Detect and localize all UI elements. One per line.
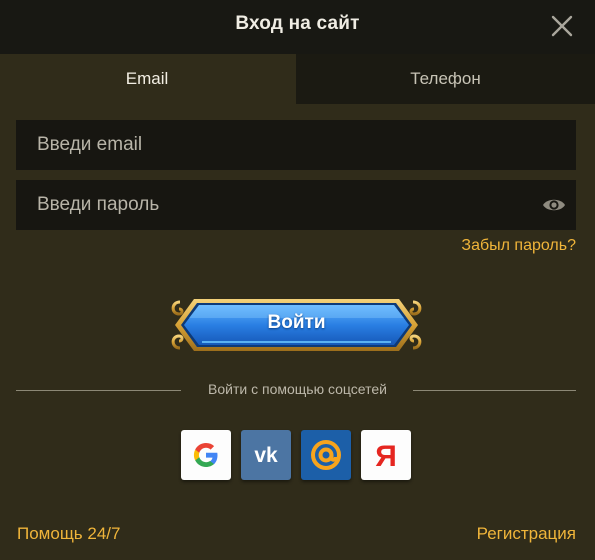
login-method-tabs: Email Телефон bbox=[0, 54, 595, 104]
email-field[interactable] bbox=[16, 120, 576, 170]
vk-icon: vk bbox=[254, 444, 278, 467]
divider-right bbox=[413, 390, 576, 391]
help-link[interactable]: Помощь 24/7 bbox=[17, 524, 120, 544]
svg-text:Я: Я bbox=[375, 440, 397, 473]
mailru-icon bbox=[311, 440, 341, 470]
close-icon[interactable] bbox=[548, 12, 576, 40]
login-button[interactable]: Войти bbox=[168, 296, 425, 354]
modal-title: Вход на сайт bbox=[235, 13, 360, 34]
register-link[interactable]: Регистрация bbox=[477, 524, 576, 544]
mailru-login-button[interactable] bbox=[301, 430, 351, 480]
google-login-button[interactable] bbox=[181, 430, 231, 480]
social-login-label: Войти с помощью соцсетей bbox=[208, 381, 387, 397]
yandex-icon: Я bbox=[375, 440, 397, 473]
forgot-password-link[interactable]: Забыл пароль? bbox=[461, 237, 576, 255]
login-button-label: Войти bbox=[267, 312, 326, 333]
vk-login-button[interactable]: vk bbox=[241, 430, 291, 480]
google-icon bbox=[193, 443, 218, 467]
password-field[interactable] bbox=[16, 180, 576, 230]
email-field-wrapper bbox=[16, 120, 576, 170]
modal-header: Вход на сайт bbox=[0, 0, 595, 54]
tab-phone[interactable]: Телефон bbox=[296, 54, 595, 104]
tab-email[interactable]: Email bbox=[0, 54, 294, 104]
password-field-wrapper bbox=[16, 180, 576, 230]
eye-icon[interactable] bbox=[542, 194, 566, 216]
svg-text:vk: vk bbox=[254, 444, 278, 467]
login-modal: Вход на сайт Email Телефон Забыл пароль? bbox=[0, 0, 595, 560]
yandex-login-button[interactable]: Я bbox=[361, 430, 411, 480]
